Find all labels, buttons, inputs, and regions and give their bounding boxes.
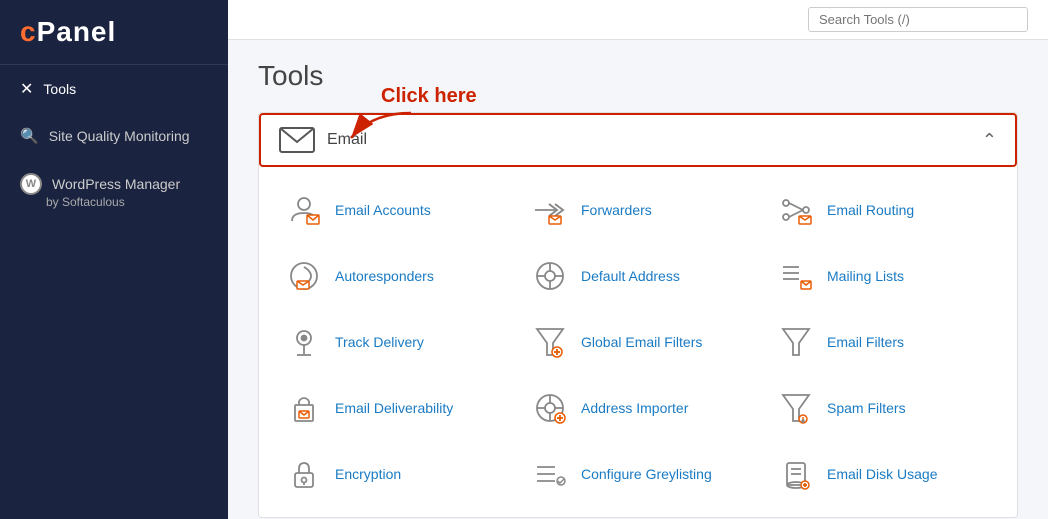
sidebar-wp-sub: by Softaculous <box>46 195 208 209</box>
tool-item-mailing-lists[interactable]: Mailing Lists <box>761 243 1007 309</box>
global-email-filters-label: Global Email Filters <box>581 334 702 350</box>
sidebar-sqm-label: Site Quality Monitoring <box>49 128 190 144</box>
configure-greylisting-label: Configure Greylisting <box>581 466 712 482</box>
address-importer-icon <box>531 389 569 427</box>
collapse-icon[interactable]: ⌃ <box>982 130 997 151</box>
page-title: Tools <box>258 60 1018 92</box>
tool-item-default-address[interactable]: Default Address <box>515 243 761 309</box>
forwarders-icon <box>531 191 569 229</box>
email-deliverability-label: Email Deliverability <box>335 400 453 416</box>
sidebar: cPanel ✕ Tools 🔍 Site Quality Monitoring… <box>0 0 228 519</box>
forwarders-label: Forwarders <box>581 202 652 218</box>
email-section: Email Click here ⌃ <box>258 112 1018 518</box>
tool-item-autoresponders[interactable]: Autoresponders <box>269 243 515 309</box>
tool-item-track-delivery[interactable]: Track Delivery <box>269 309 515 375</box>
tool-item-email-routing[interactable]: Email Routing <box>761 177 1007 243</box>
track-delivery-label: Track Delivery <box>335 334 424 350</box>
sidebar-logo: cPanel <box>0 0 228 65</box>
tool-item-email-filters[interactable]: Email Filters <box>761 309 1007 375</box>
default-address-icon <box>531 257 569 295</box>
tool-item-configure-greylisting[interactable]: Configure Greylisting <box>515 441 761 507</box>
email-routing-label: Email Routing <box>827 202 914 218</box>
mailing-lists-icon <box>777 257 815 295</box>
sidebar-item-wp[interactable]: W WordPress Manager by Softaculous <box>0 159 228 223</box>
encryption-icon <box>285 455 323 493</box>
tool-item-spam-filters[interactable]: Spam Filters <box>761 375 1007 441</box>
email-accounts-label: Email Accounts <box>335 202 431 218</box>
global-email-filters-icon <box>531 323 569 361</box>
envelope-icon <box>279 127 315 153</box>
tool-item-global-email-filters[interactable]: Global Email Filters <box>515 309 761 375</box>
email-section-header[interactable]: Email Click here ⌃ <box>259 113 1017 167</box>
sidebar-tools-label: Tools <box>43 81 76 97</box>
click-here-annotation: Click here <box>381 85 477 148</box>
email-deliverability-icon <box>285 389 323 427</box>
mailing-lists-label: Mailing Lists <box>827 268 904 284</box>
tool-item-forwarders[interactable]: Forwarders <box>515 177 761 243</box>
email-filters-label: Email Filters <box>827 334 904 350</box>
configure-greylisting-icon <box>531 455 569 493</box>
tool-item-encryption[interactable]: Encryption <box>269 441 515 507</box>
address-importer-label: Address Importer <box>581 400 688 416</box>
tool-item-email-accounts[interactable]: Email Accounts <box>269 177 515 243</box>
sqm-icon: 🔍 <box>20 127 39 145</box>
track-delivery-icon <box>285 323 323 361</box>
email-header-left: Email <box>279 127 367 153</box>
encryption-label: Encryption <box>335 466 401 482</box>
spam-filters-icon <box>777 389 815 427</box>
tools-icon: ✕ <box>20 79 33 99</box>
autoresponders-label: Autoresponders <box>335 268 434 284</box>
tool-item-email-disk-usage[interactable]: Email Disk Usage <box>761 441 1007 507</box>
email-filters-icon <box>777 323 815 361</box>
email-disk-usage-label: Email Disk Usage <box>827 466 937 482</box>
tool-item-address-importer[interactable]: Address Importer <box>515 375 761 441</box>
tools-grid: Email Accounts Forwarders <box>259 167 1017 517</box>
email-disk-usage-icon <box>777 455 815 493</box>
email-routing-icon <box>777 191 815 229</box>
search-input[interactable] <box>808 7 1028 32</box>
cpanel-logo: cPanel <box>20 16 208 48</box>
sidebar-item-tools[interactable]: ✕ Tools <box>0 65 228 113</box>
header <box>228 0 1048 40</box>
wp-icon: W <box>20 173 42 195</box>
email-section-title: Email <box>327 131 367 149</box>
main-content: Tools Email Click here <box>228 0 1048 519</box>
sidebar-item-sqm[interactable]: 🔍 Site Quality Monitoring <box>0 113 228 159</box>
sidebar-wp-label: WordPress Manager <box>52 176 180 192</box>
autoresponders-icon <box>285 257 323 295</box>
tool-item-email-deliverability[interactable]: Email Deliverability <box>269 375 515 441</box>
default-address-label: Default Address <box>581 268 680 284</box>
email-accounts-icon <box>285 191 323 229</box>
spam-filters-label: Spam Filters <box>827 400 906 416</box>
content-area: Tools Email Click here <box>228 40 1048 519</box>
